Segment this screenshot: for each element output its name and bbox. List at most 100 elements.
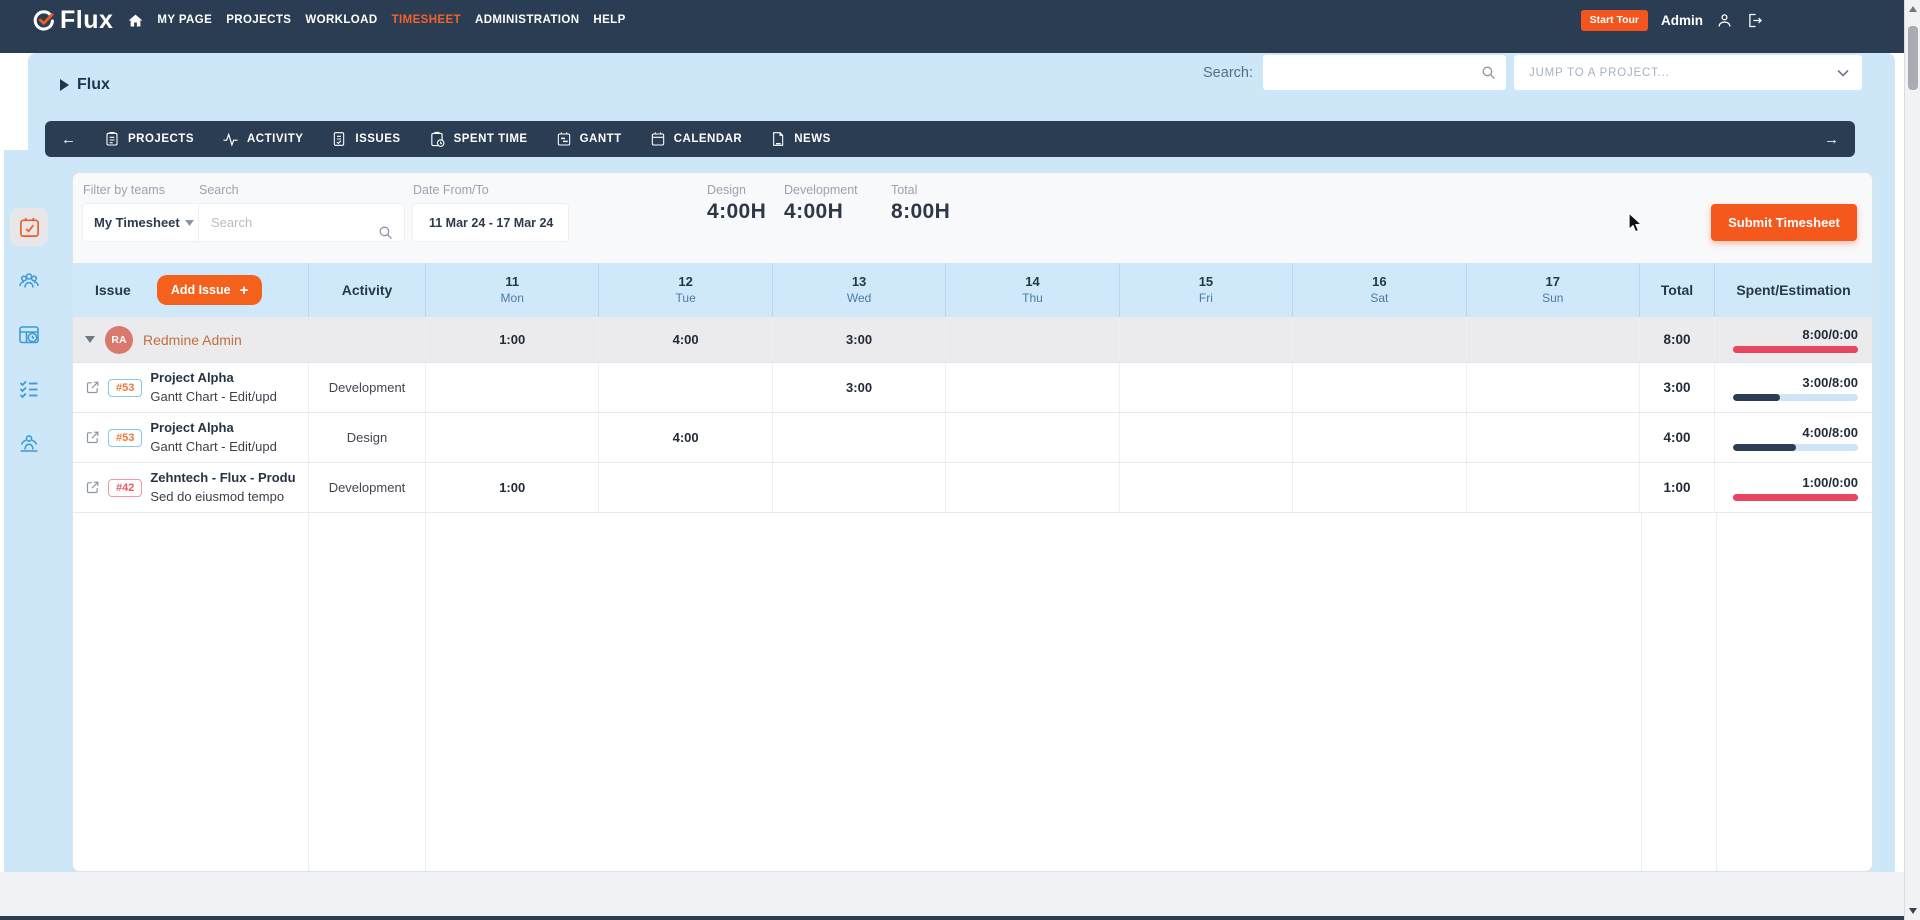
nav-item-help[interactable]: HELP [593,14,625,26]
spent-estimation-value: 1:00/0:00 [1802,474,1858,490]
user-group-row: RA Redmine Admin 1:00 4:00 3:00 8:00 8:0… [73,317,1872,363]
issue-project-link[interactable]: Project Alpha [150,419,276,438]
timesheet-cell[interactable] [425,413,598,462]
bottom-edge [0,916,1904,920]
gantt-icon [557,132,570,146]
breadcrumb[interactable]: Flux [60,76,110,94]
external-link-icon[interactable] [85,380,100,395]
admin-menu[interactable]: Admin [1661,13,1703,28]
timesheet-cell[interactable] [771,413,945,462]
timesheet-cell[interactable] [1292,363,1465,412]
date-range-picker[interactable]: 11 Mar 24 - 17 Mar 24 [413,204,568,241]
nav-item-my-page[interactable]: MY PAGE [157,14,212,26]
subnav-item-news[interactable]: NEWS [770,131,831,147]
filter-bar: Filter by teams My Timesheet Search Date… [73,173,1872,263]
bottom-band [0,872,1904,916]
document-check-icon [334,132,345,146]
chevron-down-icon [1837,69,1849,77]
issue-project-link[interactable]: Project Alpha [150,369,276,388]
home-icon[interactable] [128,13,143,28]
timesheet-cell[interactable] [945,363,1118,412]
subnav-scroll-left-icon[interactable]: ← [61,132,76,147]
timesheet-cell[interactable] [771,463,945,512]
nav-item-projects[interactable]: PROJECTS [226,14,291,26]
scrollbar-thumb[interactable] [1908,26,1918,90]
spent-estimation-cell: 3:00/8:00 [1714,363,1872,412]
search-label: Search: [1203,64,1253,81]
timesheet-cell[interactable] [1465,413,1639,462]
subnav-label: GANTT [579,133,622,145]
stat-total-label: Total [891,183,918,197]
timesheet-cell[interactable] [1465,363,1639,412]
sidebar-item-teams[interactable] [10,262,48,300]
timesheet-cell[interactable]: 1:00 [425,463,598,512]
timesheet-cell[interactable] [425,363,598,412]
jump-to-project-select[interactable]: JUMP TO A PROJECT... [1514,55,1862,90]
issue-search-input[interactable] [199,204,404,241]
timesheet-cell[interactable] [945,463,1118,512]
search-icon[interactable] [377,224,394,246]
issue-project-link[interactable]: Zehntech - Flux - Produ [150,469,295,488]
subnav-label: ACTIVITY [247,133,304,145]
day-column-header: 14 Thu [945,263,1118,317]
timesheet-cell[interactable]: 4:00 [598,413,771,462]
sidebar-item-timesheet[interactable] [10,208,48,246]
scrollbar-up-icon[interactable] [1909,6,1917,12]
activity-cell: Design [308,413,425,462]
logo-circle-check-icon [32,9,55,32]
subnav-item-issues[interactable]: ISSUES [331,131,400,147]
spent-estimation-value: 3:00/8:00 [1802,374,1858,390]
date-filter-group: Date From/To 11 Mar 24 - 17 Mar 24 [413,183,568,241]
subnav-item-gantt[interactable]: GANTT [556,131,622,147]
timesheet-cell[interactable] [598,463,771,512]
column-divider [425,513,426,871]
issue-cell: #53 Project Alpha Gantt Chart - Edit/upd [73,413,308,462]
logout-icon[interactable] [1746,12,1763,29]
submit-timesheet-button[interactable]: Submit Timesheet [1711,204,1857,241]
search-icon[interactable] [1480,64,1497,86]
subnav-item-projects[interactable]: PROJECTS [104,131,194,147]
sidebar-item-meeting[interactable] [10,424,48,462]
group-user-name[interactable]: Redmine Admin [143,332,242,348]
nav-item-administration[interactable]: ADMINISTRATION [475,14,579,26]
collapse-chevron-icon[interactable] [85,336,95,343]
sidebar-item-workload-board[interactable] [10,316,48,354]
issue-header-label: Issue [95,282,131,298]
header-search-cluster: Search: JUMP TO A PROJECT... [1203,55,1862,90]
external-link-icon[interactable] [85,430,100,445]
nav-item-timesheet[interactable]: TIMESHEET [392,14,461,26]
timesheet-cell[interactable] [598,363,771,412]
user-icon[interactable] [1716,12,1733,29]
timesheet-cell: 3:00 [771,317,945,362]
start-tour-button[interactable]: Start Tour [1580,9,1648,31]
timesheet-cell[interactable] [1292,463,1465,512]
timesheet-cell[interactable]: 3:00 [771,363,945,412]
timesheet-card: Filter by teams My Timesheet Search Date… [72,172,1873,872]
global-search-input[interactable] [1263,55,1506,90]
add-issue-button[interactable]: Add Issue + [156,275,263,305]
timesheet-calendar-icon [19,217,39,237]
logo-text: Flux [60,5,114,34]
issue-id-badge[interactable]: #53 [108,378,143,397]
subnav-item-spent-time[interactable]: SPENT TIME [429,131,528,148]
subnav-scroll-right-icon[interactable]: → [1824,132,1839,147]
timesheet-cell[interactable] [1118,363,1292,412]
flux-logo[interactable]: Flux [32,6,113,35]
issue-id-badge[interactable]: #42 [108,478,143,497]
timesheet-cell: 4:00 [598,317,771,362]
spent-estimation-cell: 4:00/8:00 [1714,413,1872,462]
subnav-item-calendar[interactable]: CALENDAR [650,131,743,147]
subnav-item-activity[interactable]: ACTIVITY [222,131,303,148]
sidebar-item-checklist[interactable] [10,370,48,408]
scrollbar-down-icon[interactable] [1909,908,1917,914]
timesheet-cell[interactable] [1465,463,1639,512]
timesheet-cell[interactable] [1118,413,1292,462]
progress-bar [1733,493,1858,501]
timesheet-cell[interactable] [1292,413,1465,462]
nav-item-workload[interactable]: WORKLOAD [305,14,377,26]
external-link-icon[interactable] [85,480,100,495]
timesheet-cell[interactable] [1118,463,1292,512]
timesheet-cell[interactable] [945,413,1118,462]
issue-id-badge[interactable]: #53 [108,428,143,447]
team-filter-select[interactable]: My Timesheet [83,204,205,241]
